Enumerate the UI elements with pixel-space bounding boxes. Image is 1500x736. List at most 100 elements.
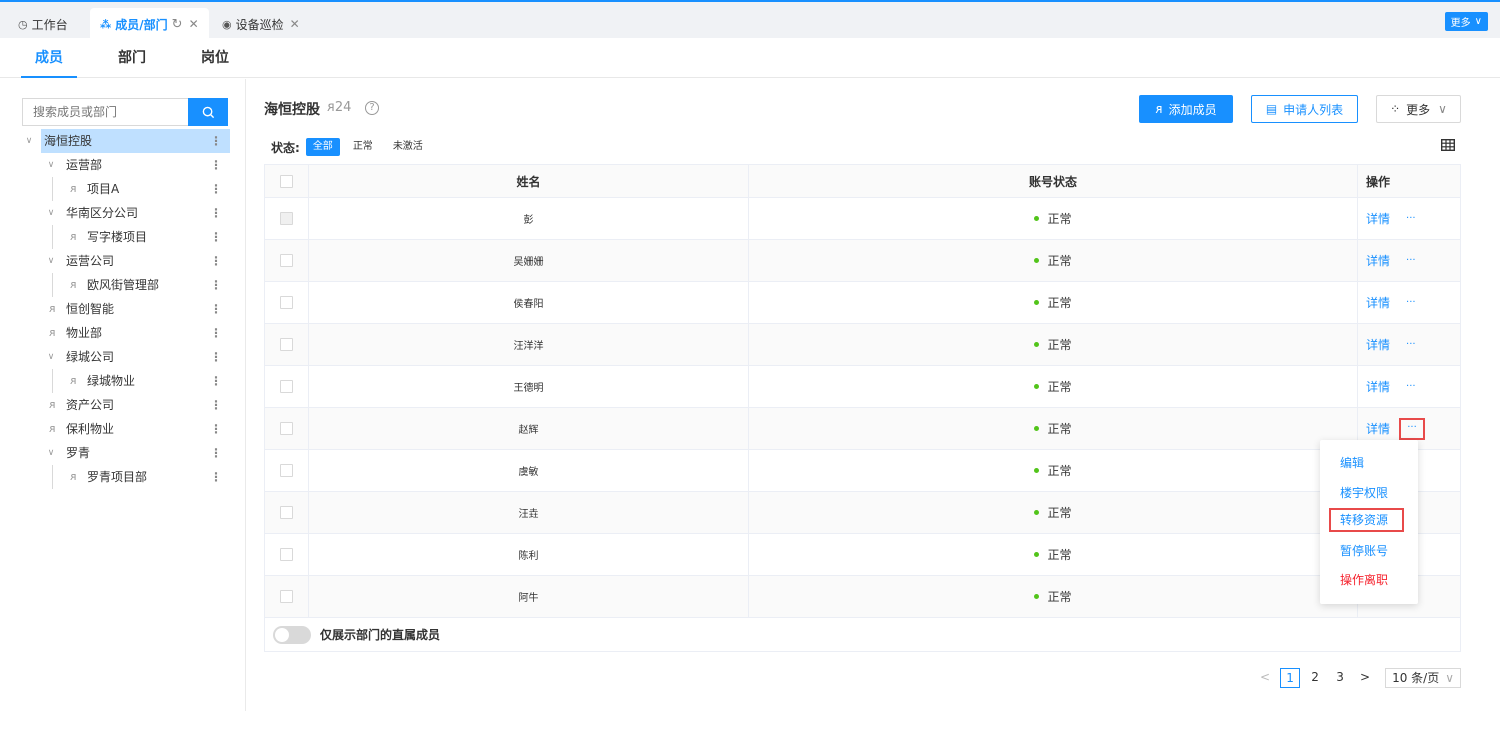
status-cell: 正常 [749, 198, 1358, 239]
page-button[interactable]: 2 [1305, 668, 1325, 688]
tree-node[interactable]: ∨ 海恒控股 ⋮ [22, 129, 230, 153]
page-size-select[interactable]: 10 条/页 ∨ [1385, 668, 1461, 688]
tree-node[interactable]: ᴙ 项目A ⋮ [22, 177, 230, 201]
row-checkbox[interactable] [280, 548, 293, 561]
refresh-icon[interactable]: ↻ [172, 17, 183, 32]
chevron-down-icon[interactable]: ∨ [22, 129, 36, 153]
tree-node-label: 物业部 [66, 326, 103, 340]
header-name[interactable]: 姓名 [309, 165, 749, 197]
more-ops-button[interactable]: ··· [1406, 213, 1416, 224]
row-checkbox[interactable] [280, 506, 293, 519]
node-menu-icon[interactable]: ⋮ [210, 345, 222, 369]
group-icon: ᴙ [49, 326, 56, 339]
column-settings-icon[interactable] [1440, 137, 1456, 155]
more-ops-button-highlighted[interactable]: ··· [1399, 417, 1426, 440]
tree-node-label: 罗青 [66, 446, 91, 460]
tree-node[interactable]: ∨ 绿城公司 ⋮ [22, 345, 230, 369]
node-menu-icon[interactable]: ⋮ [210, 465, 222, 489]
search-input[interactable] [22, 98, 188, 126]
tree-node[interactable]: ᴙ 恒创智能 ⋮ [22, 297, 230, 321]
row-checkbox[interactable] [280, 422, 293, 435]
more-ops-button[interactable]: ··· [1406, 381, 1416, 392]
node-menu-icon[interactable]: ⋮ [210, 297, 222, 321]
tree-node[interactable]: ᴙ 保利物业 ⋮ [22, 417, 230, 441]
row-checkbox[interactable] [280, 338, 293, 351]
prev-page-button[interactable]: < [1255, 668, 1275, 688]
row-checkbox[interactable] [280, 464, 293, 477]
page-button[interactable]: 3 [1330, 668, 1350, 688]
node-menu-icon[interactable]: ⋮ [210, 369, 222, 393]
tab-members[interactable]: 成员 [21, 38, 77, 78]
node-menu-icon[interactable]: ⋮ [210, 225, 222, 249]
select-all-checkbox[interactable] [280, 174, 293, 188]
node-menu-icon[interactable]: ⋮ [210, 393, 222, 417]
apps-icon: ⁘ [1390, 102, 1401, 116]
direct-members-toggle[interactable] [273, 625, 311, 644]
detail-link[interactable]: 详情 [1366, 336, 1390, 353]
more-tabs-button[interactable]: 更多 ∨ [1444, 12, 1488, 31]
node-menu-icon[interactable]: ⋮ [210, 177, 222, 201]
add-member-button[interactable]: ᴙ 添加成员 [1139, 95, 1233, 123]
node-menu-icon[interactable]: ⋮ [210, 153, 222, 177]
node-menu-icon[interactable]: ⋮ [210, 417, 222, 441]
tree-node[interactable]: ∨ 华南区分公司 ⋮ [22, 201, 230, 225]
chevron-down-icon[interactable]: ∨ [44, 249, 58, 273]
filter-all[interactable]: 全部 [305, 138, 340, 156]
page-button[interactable]: 1 [1280, 668, 1301, 688]
filter-inactive[interactable]: 未激活 [386, 138, 430, 156]
node-menu-icon[interactable]: ⋮ [210, 441, 222, 465]
filter-normal[interactable]: 正常 [346, 138, 380, 156]
detail-link[interactable]: 详情 [1366, 420, 1390, 437]
menu-item-resign[interactable]: 操作离职 [1320, 568, 1418, 592]
row-checkbox[interactable] [280, 254, 293, 267]
menu-item-building-permissions[interactable]: 楼宇权限 [1320, 481, 1418, 505]
node-menu-icon[interactable]: ⋮ [210, 129, 222, 153]
tree-node[interactable]: ∨ 运营公司 ⋮ [22, 249, 230, 273]
row-checkbox[interactable] [280, 380, 293, 393]
menu-item-transfer-resources[interactable]: 转移资源 [1329, 508, 1404, 532]
row-checkbox[interactable] [280, 296, 293, 309]
more-ops-button[interactable]: ··· [1406, 297, 1416, 308]
tree-node[interactable]: ᴙ 绿城物业 ⋮ [22, 369, 230, 393]
tree-node[interactable]: ᴙ 写字楼项目 ⋮ [22, 225, 230, 249]
detail-link[interactable]: 详情 [1366, 252, 1390, 269]
node-menu-icon[interactable]: ⋮ [210, 273, 222, 297]
chevron-down-icon[interactable]: ∨ [44, 201, 58, 225]
help-icon[interactable]: ? [365, 101, 379, 115]
more-ops-button[interactable]: ··· [1406, 255, 1416, 266]
status-cell: 正常 [749, 240, 1358, 281]
row-checkbox[interactable] [280, 590, 293, 603]
table-row: 汪洋洋 正常 详情 ··· [265, 324, 1460, 366]
tree-node[interactable]: ᴙ 物业部 ⋮ [22, 321, 230, 345]
menu-item-suspend-account[interactable]: 暂停账号 [1320, 539, 1418, 563]
detail-link[interactable]: 详情 [1366, 210, 1390, 227]
close-icon[interactable]: ✕ [189, 17, 199, 31]
detail-link[interactable]: 详情 [1366, 294, 1390, 311]
detail-link[interactable]: 详情 [1366, 378, 1390, 395]
menu-item-edit[interactable]: 编辑 [1320, 451, 1418, 475]
tree-node[interactable]: ∨ 运营部 ⋮ [22, 153, 230, 177]
tree-node[interactable]: ᴙ 欧风街管理部 ⋮ [22, 273, 230, 297]
header-status[interactable]: 账号状态 [749, 165, 1358, 197]
tree-node[interactable]: ∨ 罗青 ⋮ [22, 441, 230, 465]
chevron-down-icon[interactable]: ∨ [44, 345, 58, 369]
more-ops-button[interactable]: ··· [1406, 339, 1416, 350]
node-menu-icon[interactable]: ⋮ [210, 321, 222, 345]
tree-node[interactable]: ᴙ 罗青项目部 ⋮ [22, 465, 230, 489]
chevron-down-icon[interactable]: ∨ [44, 441, 58, 465]
more-actions-button[interactable]: ⁘ 更多 ∨ [1376, 95, 1461, 123]
node-menu-icon[interactable]: ⋮ [210, 249, 222, 273]
tab-departments[interactable]: 部门 [104, 38, 160, 78]
tab-workbench[interactable]: ◷ 工作台 [18, 8, 68, 40]
tab-positions[interactable]: 岗位 [187, 38, 243, 78]
node-menu-icon[interactable]: ⋮ [210, 201, 222, 225]
search-button[interactable] [188, 98, 228, 126]
chevron-down-icon[interactable]: ∨ [44, 153, 58, 177]
tab-members-departments[interactable]: ⁂ 成员/部门 ↻ ✕ [90, 8, 209, 40]
status-cell: 正常 [749, 408, 1358, 449]
applicant-list-button[interactable]: ▤ 申请人列表 [1251, 95, 1358, 123]
tree-node[interactable]: ᴙ 资产公司 ⋮ [22, 393, 230, 417]
close-icon[interactable]: ✕ [290, 17, 300, 31]
tab-equipment-inspection[interactable]: ◉ 设备巡检 ✕ [222, 8, 300, 40]
next-page-button[interactable]: > [1355, 668, 1375, 688]
